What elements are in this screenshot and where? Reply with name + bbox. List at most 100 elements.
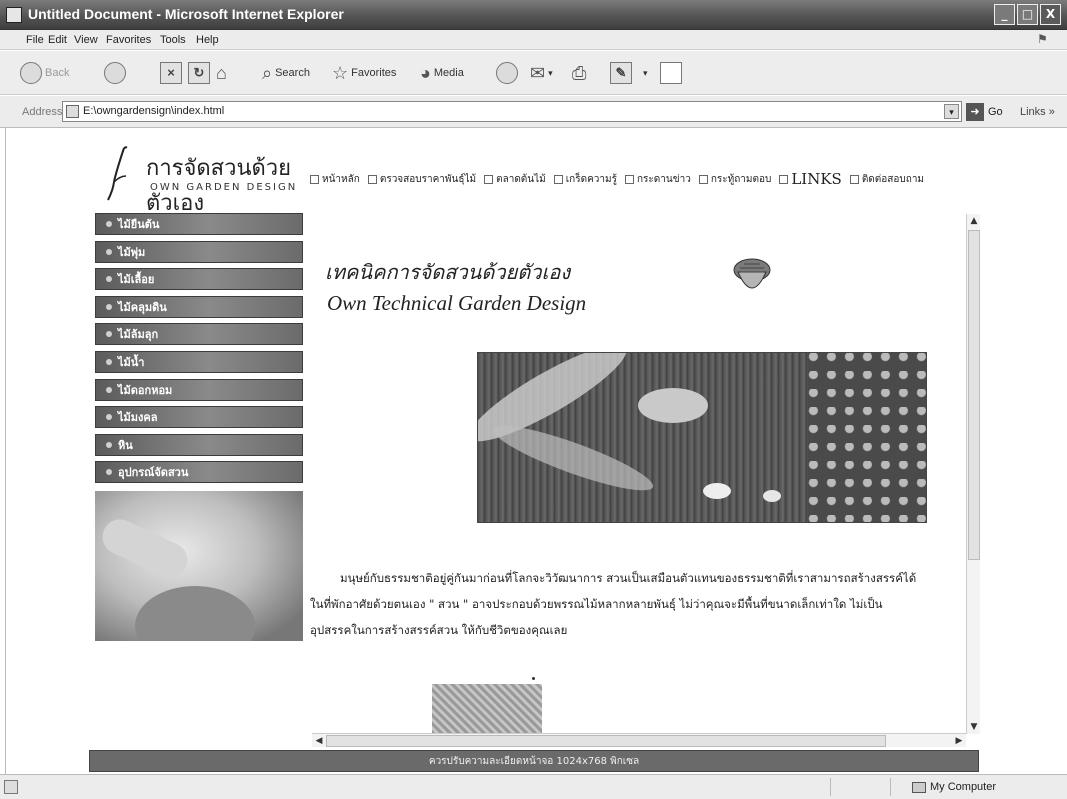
nav-plant-market[interactable]: ตลาดต้นไม้ — [484, 172, 546, 187]
nav-bullet-icon — [698, 174, 708, 184]
status-bar: My Computer — [0, 774, 1067, 799]
menu-file[interactable]: File — [26, 34, 44, 46]
left-menu-item-groundcover[interactable]: ไม้คลุมดิน — [95, 295, 303, 318]
horizontal-scrollbar[interactable]: ◀ ▶ — [312, 733, 966, 747]
content-left-edge — [0, 128, 6, 774]
scroll-down-icon[interactable]: ▼ — [968, 721, 980, 733]
home-button[interactable]: ⌂ — [216, 61, 227, 85]
nav-bullet-icon — [484, 174, 494, 184]
nav-qa-board[interactable]: กระทู้ถามตอบ — [698, 172, 771, 187]
mail-icon: ✉ — [530, 63, 546, 83]
address-input[interactable]: E:\owngardensign\index.html ▾ — [62, 101, 962, 122]
banner-bird-figurine — [763, 490, 781, 502]
footer-text: ควรปรับความละเอียดหน้าจอ 1024x768 พิกเซล — [428, 756, 640, 767]
nav-tips[interactable]: เกร็ดความรู้ — [553, 172, 617, 187]
links-button[interactable]: Links » — [1020, 106, 1055, 118]
menu-help[interactable]: Help — [196, 34, 219, 46]
maximize-button[interactable]: □ — [1017, 4, 1038, 25]
page-icon — [66, 105, 79, 118]
grass-photo — [432, 684, 542, 734]
address-value: E:\owngardensign\index.html — [83, 105, 225, 117]
nav-price-check[interactable]: ตรวจสอบราคาพันธุ์ไม้ — [367, 172, 477, 187]
ie-icon — [6, 7, 22, 23]
back-arrow-icon — [20, 62, 42, 84]
gardening-hands-photo — [95, 491, 303, 641]
print-button[interactable]: ⎙ — [572, 61, 586, 85]
logo-english-text: OWN GARDEN DESIGN — [150, 182, 298, 193]
mail-dropdown-icon: ▾ — [548, 67, 553, 78]
nav-label: LINKS — [791, 170, 842, 188]
edit-icon: ✎ — [610, 62, 632, 84]
history-icon — [496, 62, 518, 84]
photo-hand-shape — [96, 513, 194, 584]
printer-icon: ⎙ — [572, 63, 587, 83]
page-content: การจัดสวนด้วยตัวเอง OWN GARDEN DESIGN หน… — [0, 128, 1067, 774]
go-label: Go — [988, 106, 1003, 118]
nav-label: หน้าหลัก — [322, 173, 360, 185]
computer-icon — [912, 781, 926, 793]
menu-tools[interactable]: Tools — [160, 34, 186, 46]
window-title: Untitled Document - Microsoft Internet E… — [28, 6, 344, 22]
scroll-up-icon[interactable]: ▲ — [968, 215, 980, 227]
media-button[interactable]: ◕ Media — [420, 61, 464, 85]
windows-logo-icon: ⚑ — [1037, 32, 1048, 46]
favorites-button[interactable]: ☆ Favorites — [332, 61, 396, 85]
left-menu-item-auspicious[interactable]: ไม้มงคล — [95, 406, 303, 429]
search-button[interactable]: ⌕ Search — [262, 61, 310, 85]
nav-news-board[interactable]: กระดานข่าว — [625, 172, 691, 187]
left-menu-item-herbaceous[interactable]: ไม้ล้มลุก — [95, 323, 303, 346]
menu-view[interactable]: View — [74, 34, 98, 46]
left-menu-item-trees[interactable]: ไม้ยืนต้น — [95, 213, 303, 235]
back-button[interactable]: Back — [20, 61, 69, 85]
forward-button[interactable] — [104, 61, 126, 85]
nav-label: เกร็ดความรู้ — [565, 173, 617, 185]
go-button[interactable]: ➜ Go — [966, 103, 1003, 121]
horizontal-scroll-thumb[interactable] — [326, 735, 886, 747]
photo-pot-shape — [135, 586, 255, 641]
nav-bullet-icon — [367, 174, 377, 184]
left-menu-item-vines[interactable]: ไม้เลื้อย — [95, 268, 303, 291]
main-title-english: Own Technical Garden Design — [327, 291, 587, 315]
stop-button[interactable]: × — [160, 61, 182, 85]
intro-paragraph: มนุษย์กับธรรมชาติอยู่คู่กันมาก่อนที่โลกจ… — [310, 565, 920, 643]
discuss-icon — [660, 62, 682, 84]
address-label: Address — [22, 106, 63, 118]
discuss-button[interactable] — [660, 61, 682, 85]
menu-edit[interactable]: Edit — [48, 34, 67, 46]
nav-label: ติดต่อสอบถาม — [861, 173, 925, 185]
edit-button[interactable]: ✎ ▾ — [610, 61, 648, 85]
left-menu-item-equipment[interactable]: อุปกรณ์จัดสวน — [95, 461, 303, 484]
menu-favorites[interactable]: Favorites — [106, 34, 151, 46]
banner-stone-shape — [638, 388, 708, 423]
refresh-button[interactable]: ↻ — [188, 61, 210, 85]
scroll-left-icon[interactable]: ◀ — [313, 735, 325, 747]
vertical-scroll-thumb[interactable] — [968, 230, 980, 560]
address-dropdown-icon[interactable]: ▾ — [944, 104, 959, 119]
left-menu-item-stones[interactable]: หิน — [95, 433, 303, 456]
refresh-icon: ↻ — [188, 62, 210, 84]
nav-contact[interactable]: ติดต่อสอบถาม — [849, 172, 925, 187]
left-menu-item-shrubs[interactable]: ไม้พุ่ม — [95, 240, 303, 263]
banner-leaf-shape — [487, 414, 659, 502]
site-logo[interactable]: การจัดสวนด้วยตัวเอง OWN GARDEN DESIGN — [104, 146, 309, 216]
close-button[interactable]: X — [1040, 4, 1061, 25]
left-menu-item-fragrant[interactable]: ไม้ดอกหอม — [95, 378, 303, 401]
garden-banner-photo — [477, 352, 927, 523]
minimize-button[interactable]: _ — [994, 4, 1015, 25]
nav-bullet-icon — [310, 174, 319, 184]
header-nav: หน้าหลัก ตรวจสอบราคาพันธุ์ไม้ ตลาดต้นไม้… — [310, 170, 928, 188]
nav-home[interactable]: หน้าหลัก — [310, 172, 360, 187]
nav-label: ตรวจสอบราคาพันธุ์ไม้ — [379, 173, 477, 185]
links-label: Links — [1020, 106, 1046, 118]
banner-bird-figurine — [703, 483, 731, 499]
zone-label: My Computer — [930, 781, 997, 793]
status-divider — [890, 778, 891, 796]
left-menu-item-aquatic[interactable]: ไม้น้ำ — [95, 350, 303, 373]
back-label: Back — [45, 67, 70, 79]
nav-links[interactable]: LINKS — [779, 170, 842, 188]
mail-button[interactable]: ✉ ▾ — [530, 61, 553, 85]
favorites-label: Favorites — [351, 67, 397, 79]
history-button[interactable] — [496, 61, 518, 85]
scroll-right-icon[interactable]: ▶ — [953, 735, 965, 747]
vertical-scrollbar[interactable]: ▲ ▼ — [966, 214, 980, 734]
